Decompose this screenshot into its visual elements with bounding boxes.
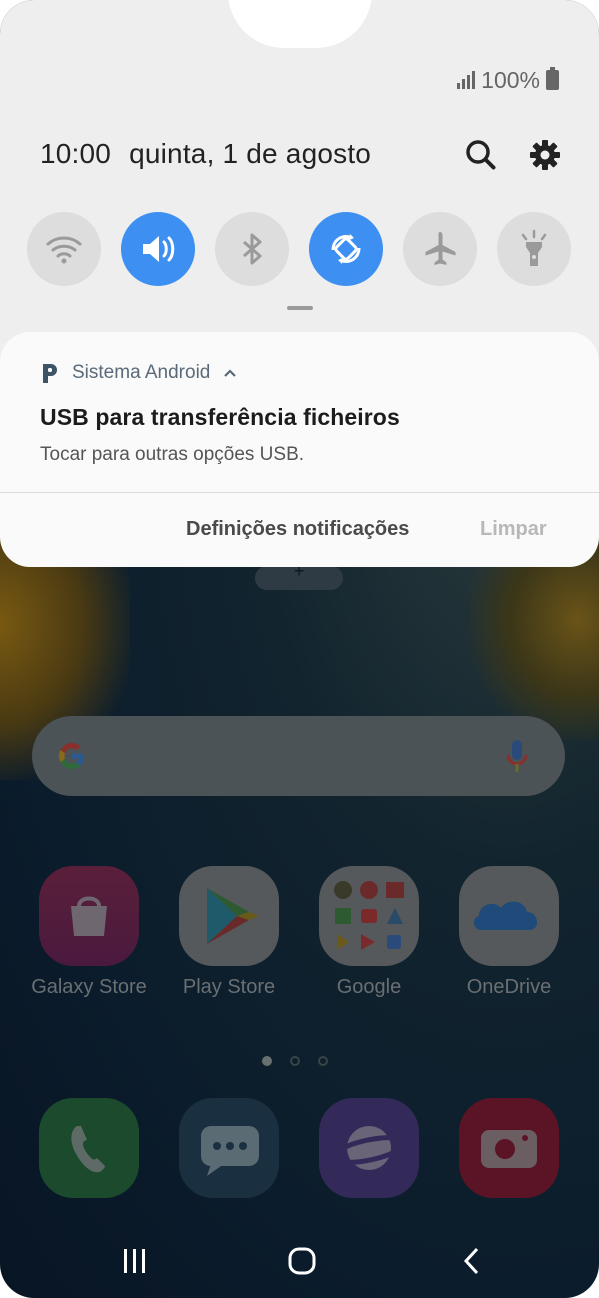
navigation-bar [0, 1228, 599, 1290]
tile-wifi[interactable] [27, 212, 101, 286]
notification-settings-button[interactable]: Definições notificações [186, 518, 409, 541]
dock-phone[interactable] [19, 1098, 159, 1198]
phone-icon [39, 1098, 139, 1198]
tile-bluetooth[interactable] [215, 212, 289, 286]
search-icon[interactable] [464, 138, 498, 172]
onedrive-icon [459, 866, 559, 966]
battery-icon [546, 67, 559, 90]
notification-title: USB para transferência ficheiros [40, 404, 400, 430]
status-bar: 100% [457, 66, 559, 94]
app-galaxy-store[interactable]: Galaxy Store [19, 866, 159, 999]
battery-percent: 100% [481, 66, 540, 93]
tile-auto-rotate[interactable] [309, 212, 383, 286]
notification-text: Tocar para outras opções USB. [40, 444, 305, 465]
clock[interactable]: 10:00 [40, 138, 111, 170]
quick-panel: 100% 10:00 quinta, 1 de agosto [0, 0, 599, 380]
google-icon [59, 743, 84, 769]
volume-icon [143, 236, 175, 262]
notification-header[interactable]: Sistema Android [40, 362, 238, 384]
bluetooth-icon [243, 233, 262, 265]
phone-screen: + Galaxy Store Play Store Google OneDriv… [0, 0, 599, 1298]
back-icon[interactable] [456, 1246, 490, 1276]
app-label: Galaxy Store [31, 976, 147, 998]
flashlight-icon [521, 229, 547, 266]
signal-icon [457, 71, 476, 89]
divider [0, 492, 599, 493]
chevron-up-icon[interactable] [222, 367, 238, 379]
settings-gear-icon[interactable] [528, 138, 562, 172]
page-indicator [262, 1056, 328, 1066]
wifi-icon [46, 236, 82, 264]
tile-flashlight[interactable] [497, 212, 571, 286]
camera-notch [228, 0, 372, 48]
page-dot [318, 1056, 328, 1066]
dock-internet[interactable] [299, 1098, 439, 1198]
play-store-icon [179, 866, 279, 966]
clear-button[interactable]: Limpar [480, 518, 547, 541]
dock-camera[interactable] [439, 1098, 579, 1198]
quick-settings-tiles [27, 212, 573, 286]
panel-handle[interactable] [287, 306, 313, 310]
wallpaper-swirl [470, 540, 599, 740]
notification-card[interactable]: Sistema Android USB para transferência f… [0, 332, 599, 567]
app-play-store[interactable]: Play Store [159, 866, 299, 999]
google-search-bar[interactable] [32, 716, 565, 796]
tile-airplane[interactable] [403, 212, 477, 286]
app-onedrive[interactable]: OneDrive [439, 866, 579, 999]
rotate-icon [331, 234, 361, 264]
app-label: Google [336, 976, 402, 998]
airplane-icon [425, 232, 456, 265]
camera-icon [459, 1098, 559, 1198]
google-folder-icon [319, 866, 419, 966]
mic-icon[interactable] [504, 738, 530, 776]
app-google-folder[interactable]: Google [299, 866, 439, 999]
app-label: OneDrive [466, 976, 552, 998]
page-dot [290, 1056, 300, 1066]
home-icon[interactable] [285, 1246, 319, 1276]
tile-sound[interactable] [121, 212, 195, 286]
app-label: Play Store [182, 976, 276, 998]
date-time[interactable]: 10:00 quinta, 1 de agosto [40, 138, 371, 170]
internet-icon [319, 1098, 419, 1198]
dock-messages[interactable] [159, 1098, 299, 1198]
android-system-icon [43, 364, 57, 383]
date[interactable]: quinta, 1 de agosto [129, 138, 371, 170]
messages-icon [179, 1098, 279, 1198]
galaxy-store-icon [39, 866, 139, 966]
recents-icon[interactable] [118, 1246, 152, 1276]
page-dot [262, 1056, 272, 1066]
notification-app-name: Sistema Android [72, 362, 211, 383]
